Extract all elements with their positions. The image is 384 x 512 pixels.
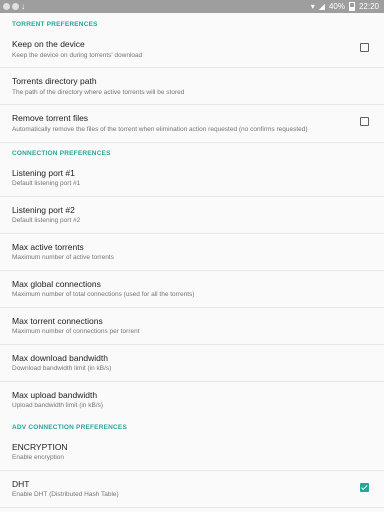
pref-summary: Automatically remove the files of the to…: [12, 126, 308, 133]
pref-listening-port-2[interactable]: Listening port #2 Default listening port…: [0, 197, 384, 234]
dht-checkbox[interactable]: [360, 483, 369, 492]
pref-max-active-torrents[interactable]: Max active torrents Maximum number of ac…: [0, 234, 384, 271]
pref-summary: Download bandwidth limit (in kB/s): [12, 365, 112, 372]
pref-title: ENCRYPTION: [12, 442, 68, 452]
section-header-torrent: TORRENT PREFERENCES: [12, 21, 98, 28]
pref-title: Max global connections: [12, 279, 101, 289]
pref-summary: Default listening port #2: [12, 217, 81, 224]
pref-title: Keep on the device: [12, 39, 85, 49]
status-bar-notifications: ↓: [3, 0, 25, 13]
pref-max-download-bandwidth[interactable]: Max download bandwidth Download bandwidt…: [0, 345, 384, 382]
pref-summary: Maximum number of active torrents: [12, 254, 114, 261]
pref-dht[interactable]: DHT Enable DHT (Distributed Hash Table): [0, 471, 384, 508]
pref-title: Listening port #1: [12, 168, 75, 178]
pref-remove-torrent-files[interactable]: Remove torrent files Automatically remov…: [0, 105, 384, 143]
keep-on-device-checkbox[interactable]: [360, 43, 369, 52]
notification-icon: [3, 3, 10, 10]
pref-title: Max torrent connections: [12, 316, 103, 326]
pref-encryption[interactable]: ENCRYPTION Enable encryption: [0, 434, 384, 471]
status-bar-system: ▾ ◢ 40% 22:20: [311, 0, 379, 13]
pref-max-global-connections[interactable]: Max global connections Maximum number of…: [0, 271, 384, 308]
pref-summary: Enable DHT (Distributed Hash Table): [12, 491, 119, 498]
clock: 22:20: [358, 2, 379, 11]
pref-listening-port-1[interactable]: Listening port #1 Default listening port…: [0, 160, 384, 197]
pref-title: Max active torrents: [12, 242, 84, 252]
status-bar: ↓ ▾ ◢ 40% 22:20: [0, 0, 384, 13]
pref-max-torrent-connections[interactable]: Max torrent connections Maximum number o…: [0, 308, 384, 345]
pref-summary: Keep the device on during torrents' down…: [12, 52, 143, 59]
pref-summary: Maximum number of total connections (use…: [12, 291, 195, 298]
pref-title: Torrents directory path: [12, 76, 97, 86]
pref-summary: Enable encryption: [12, 454, 65, 461]
pref-title: DHT: [12, 479, 30, 489]
pref-summary: Upload bandwidth limit (in kB/s): [12, 402, 104, 409]
battery-percent: 40%: [328, 2, 345, 11]
pref-summary: The path of the directory where active t…: [12, 89, 185, 96]
pref-summary: Default listening port #1: [12, 180, 81, 187]
battery-icon: [348, 2, 355, 11]
section-header-adv-connection: ADV CONNECTION PREFERENCES: [12, 424, 127, 431]
pref-torrents-directory[interactable]: Torrents directory path The path of the …: [0, 68, 384, 105]
wifi-icon: ▾: [310, 2, 315, 11]
download-icon: ↓: [21, 2, 25, 11]
notification-icon: [12, 3, 19, 10]
pref-title: Max download bandwidth: [12, 353, 108, 363]
remove-torrent-files-checkbox[interactable]: [360, 117, 369, 126]
signal-icon: ◢: [318, 2, 325, 11]
pref-title: Remove torrent files: [12, 113, 89, 123]
pref-title: Listening port #2: [12, 205, 75, 215]
pref-keep-on-device[interactable]: Keep on the device Keep the device on du…: [0, 30, 384, 68]
section-header-connection: CONNECTION PREFERENCES: [12, 150, 111, 157]
pref-title: Max upload bandwidth: [12, 390, 98, 400]
pref-max-upload-bandwidth[interactable]: Max upload bandwidth Upload bandwidth li…: [0, 382, 384, 419]
pref-summary: Maximum number of connections per torren…: [12, 328, 140, 335]
